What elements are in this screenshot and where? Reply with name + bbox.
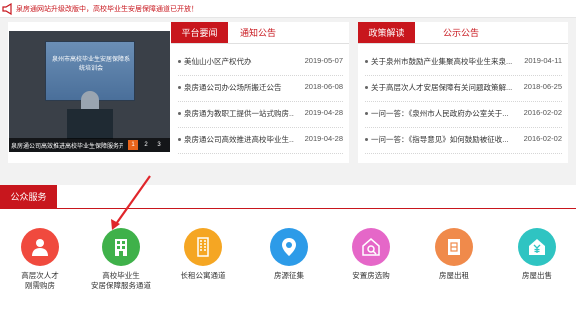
news-date: 2019-04-11 [524, 56, 562, 65]
news-date: 2019-05-07 [304, 56, 343, 65]
bullet-icon [365, 138, 368, 141]
building-icon[interactable] [102, 228, 140, 266]
news-title[interactable]: 一问一答：《泉州市人民政府办公室关于... [371, 108, 517, 119]
news-title[interactable]: 关于泉州市鼓励产业集聚高校毕业生来泉... [371, 56, 517, 67]
news-date: 2016-02-02 [523, 108, 562, 117]
tab-underline [171, 43, 349, 44]
slider-dot-3[interactable]: 3 [154, 140, 164, 150]
service-label[interactable]: 高层次人才 刚需购房 [0, 271, 80, 291]
news-date: 2018-06-08 [304, 82, 343, 91]
service-resettlement-purchase[interactable]: 安置房选购 [331, 228, 411, 298]
service-label[interactable]: 房屋出租 [414, 271, 494, 281]
bullet-icon [178, 60, 181, 63]
news-title[interactable]: 一问一答：《指导意见》如何鼓励被征收... [371, 134, 517, 145]
services-divider [0, 208, 576, 209]
apartment-icon[interactable] [184, 228, 222, 266]
notice-text[interactable]: 泉房通网站升级改版中，高校毕业生安居保障通道已开放！ [16, 4, 198, 14]
bullet-icon [178, 138, 181, 141]
news-title[interactable]: 美仙山小区产权代办 [184, 56, 294, 67]
service-long-term-rental[interactable]: 长租公寓通道 [163, 228, 243, 298]
service-label[interactable]: 安置房选购 [331, 271, 411, 281]
tab-notices[interactable]: 通知公告 [233, 22, 283, 44]
service-listing-collection[interactable]: 房源征集 [249, 228, 329, 298]
news-panel-left: 泉州市高校毕业生安居保障系统培训会 泉房通公司高效推进高校毕业生保障服务开放 1… [8, 22, 349, 163]
location-icon[interactable] [270, 228, 308, 266]
list-item[interactable]: 关于泉州市鼓励产业集聚高校毕业生来泉... 2019-04-11 [365, 50, 562, 76]
services-title[interactable]: 公众服务 [0, 185, 57, 209]
public-services-section: 公众服务 高层次人才 刚需购房 高校毕业生 安居保障服务通道 长租公寓通道 房源… [0, 185, 576, 313]
notice-bar: 泉房通网站升级改版中，高校毕业生安居保障通道已开放！ [0, 0, 576, 18]
news-title[interactable]: 关于高层次人才安居保障有关问题政策解... [371, 82, 517, 93]
service-label[interactable]: 房屋出售 [497, 271, 576, 281]
megaphone-icon [2, 3, 12, 15]
list-item[interactable]: 关于高层次人才安居保障有关问题政策解... 2018-06-25 [365, 76, 562, 102]
screen-title: 泉州市高校毕业生安居保障系统培训会 [51, 57, 130, 72]
list-item[interactable]: 一问一答：《指导意见》如何鼓励被征收... 2016-02-02 [365, 128, 562, 154]
list-item[interactable]: 泉房通为教职工提供一站式购房... 2019-04-28 [178, 102, 343, 128]
slider-caption-bar: 泉房通公司高效推进高校毕业生保障服务开放 1 2 3 [9, 138, 170, 152]
rent-document-icon[interactable] [435, 228, 473, 266]
service-talent-housing[interactable]: 高层次人才 刚需购房 [0, 228, 80, 298]
service-label[interactable]: 高校毕业生 安居保障服务通道 [81, 271, 161, 291]
person-icon[interactable] [21, 228, 59, 266]
news-title[interactable]: 泉房通为教职工提供一站式购房... [184, 108, 294, 119]
bullet-icon [178, 112, 181, 115]
slider-dot-2[interactable]: 2 [141, 140, 151, 150]
list-item[interactable]: 泉房通公司办公场所搬迁公告 2018-06-08 [178, 76, 343, 102]
sale-yen-icon[interactable] [518, 228, 556, 266]
news-date: 2019-04-28 [304, 134, 343, 143]
bullet-icon [178, 86, 181, 89]
tab-policy-interpretation[interactable]: 政策解读 [358, 22, 415, 44]
list-item[interactable]: 美仙山小区产权代办 2019-05-07 [178, 50, 343, 76]
news-date: 2019-04-28 [304, 108, 343, 117]
service-graduate-housing[interactable]: 高校毕业生 安居保障服务通道 [81, 228, 161, 298]
left-tab-bar: 平台要闻 通知公告 [171, 22, 349, 44]
slider-caption[interactable]: 泉房通公司高效推进高校毕业生保障服务开放 [11, 141, 123, 150]
house-search-icon[interactable] [352, 228, 390, 266]
list-item[interactable]: 泉房通公司高效推进高校毕业生... 2019-04-28 [178, 128, 343, 154]
list-item[interactable]: 一问一答：《泉州市人民政府办公室关于... 2016-02-02 [365, 102, 562, 128]
bullet-icon [365, 112, 368, 115]
service-house-rental[interactable]: 房屋出租 [414, 228, 494, 298]
bullet-icon [365, 60, 368, 63]
bullet-icon [365, 86, 368, 89]
tab-underline [358, 43, 568, 44]
service-label[interactable]: 长租公寓通道 [163, 271, 243, 281]
image-slider[interactable]: 泉州市高校毕业生安居保障系统培训会 泉房通公司高效推进高校毕业生保障服务开放 1… [9, 31, 170, 152]
service-label[interactable]: 房源征集 [249, 271, 329, 281]
slider-dot-1[interactable]: 1 [128, 140, 138, 150]
news-date: 2016-02-02 [523, 134, 562, 143]
service-house-sale[interactable]: 房屋出售 [497, 228, 576, 298]
news-date: 2018-06-25 [523, 82, 562, 91]
news-title[interactable]: 泉房通公司办公场所搬迁公告 [184, 82, 294, 93]
news-title[interactable]: 泉房通公司高效推进高校毕业生... [184, 134, 294, 145]
podium [67, 109, 113, 139]
tab-public-announcements[interactable]: 公示公告 [436, 22, 486, 44]
tab-platform-news[interactable]: 平台要闻 [171, 22, 228, 44]
right-tab-bar: 政策解读 公示公告 [358, 22, 568, 44]
news-panel-right: 政策解读 公示公告 关于泉州市鼓励产业集聚高校毕业生来泉... 2019-04-… [358, 22, 568, 163]
